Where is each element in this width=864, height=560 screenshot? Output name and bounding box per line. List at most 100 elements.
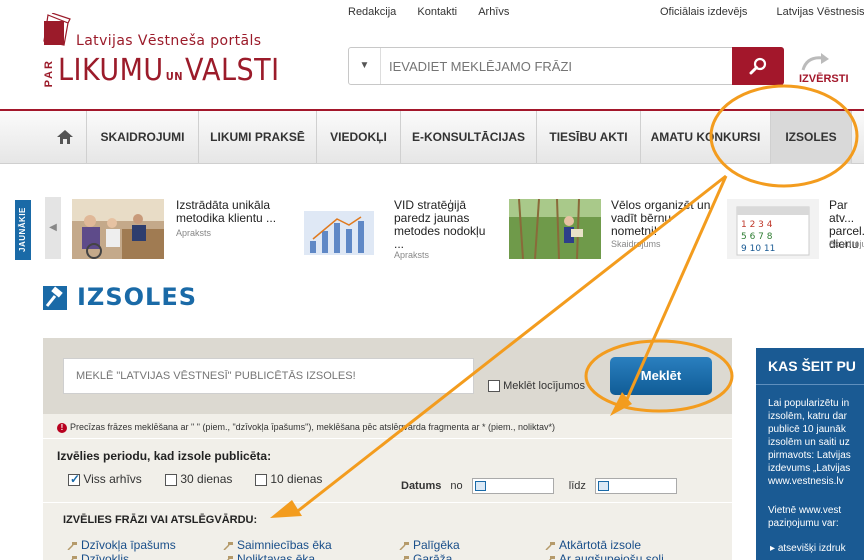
top-link-redakcija[interactable]: Redakcija [348,6,396,18]
gavel-icon [43,286,67,310]
date-to-input[interactable] [594,478,677,494]
info-text-line: Lai popularizētu in [768,398,850,409]
inflection-label: Meklēt locījumos [503,380,585,392]
keyword-text: Dzīvokļa īpašums [81,538,176,552]
period-option-30[interactable]: 30 dienas [165,472,232,486]
main-nav: SKAIDROJUMI LIKUMI PRAKSĒ VIEDOKĻI E-KON… [0,111,864,164]
search-scope-dropdown[interactable]: ▼ [349,48,381,84]
keyword-link[interactable]: Noliktavas ēka [223,552,315,560]
page-title-text: IZSOLES [77,283,197,311]
nav-skaidrojumi[interactable]: SKAIDROJUMI [86,111,198,164]
site-search: ▼ [348,47,784,85]
expand-search-link[interactable]: IZVĒRSTI [797,52,857,92]
site-logo[interactable]: Latvijas Vēstneša portāls PAR LIKUMU UNVA… [42,13,279,93]
nav-tiesibu-akti[interactable]: TIESĪBU AKTI [536,111,640,164]
carousel-thumbnail-photo [509,199,601,259]
info-text-line: izdevums „Latvijas [768,463,851,474]
info-text-line: izsolēm un saiti uz [768,437,850,448]
calendar-icon[interactable] [597,481,609,491]
carousel-item-category: Skaidrojums [611,239,661,249]
carousel-prev-button[interactable]: ◀ [45,197,61,259]
expand-search-label: IZVĒRSTI [799,73,849,85]
top-link-kontakti[interactable]: Kontakti [417,6,457,18]
gavel-icon [545,541,555,550]
carousel-item[interactable]: VID stratēģijā paredz jaunas metodes nod… [290,199,500,261]
info-text-line: pirmavots: Latvijas [768,450,851,461]
info-bullet-text: atsevišķi izdruk [777,543,846,554]
nav-likumi-prakse[interactable]: LIKUMI PRAKSĒ [198,111,316,164]
carousel-item[interactable]: Izstrādāta unikāla metodika klientu ... … [72,199,282,261]
keyword-link[interactable]: Palīgēka [399,538,460,552]
site-search-button[interactable] [732,47,784,85]
date-range: Datums no līdz [401,478,677,494]
divider [43,438,732,439]
keyword-link[interactable]: Atkārtotā izsole [545,538,641,552]
divider [756,384,864,385]
curved-arrow-icon [801,53,829,71]
period-checkbox-30[interactable] [165,473,177,486]
search-hint-text: Precīzas frāzes meklēšana ar " " (piem.,… [70,422,555,432]
keyword-text: Saimniecības ēka [237,538,332,552]
info-text-line: Vietnē www.vest [768,505,842,516]
period-option-all[interactable]: Viss arhīvs [68,472,142,486]
top-links-right: Oficiālais izdevējs Latvijas Vēstnesis [660,6,864,18]
top-link-oficialais[interactable]: Oficiālais izdevējs [660,6,747,18]
date-range-label: Datums [401,479,442,492]
nav-izsoles[interactable]: IZSOLES [770,111,852,164]
gavel-icon [223,541,233,550]
period-option-label: Viss arhīvs [83,472,142,486]
svg-text:1 2 3 4: 1 2 3 4 [741,220,773,230]
nav-amatu-konkursi[interactable]: AMATU KONKURSI [640,111,770,164]
svg-text:5 6 7 8: 5 6 7 8 [741,232,773,242]
inflection-search-option[interactable]: Meklēt locījumos [488,380,585,393]
top-link-vestnesis[interactable]: Latvijas Vēstnesis [776,6,864,18]
keyword-link[interactable]: Dzīvokļa īpašums [67,538,176,552]
carousel-item-category: Apraksts [176,228,212,238]
calendar-icon[interactable] [474,481,486,491]
keyword-link[interactable]: Dzīvoklis [67,552,129,560]
logo-par: PAR [43,59,55,88]
top-link-arhivs[interactable]: Arhīvs [478,6,509,18]
auction-search-bar: Meklēt locījumos Meklēt [43,338,732,414]
latest-tab[interactable]: JAUNĀKIE [15,200,31,260]
carousel-item-category: Skaidrojums [829,239,864,249]
svg-text:9 10 11: 9 10 11 [741,244,775,254]
keyword-link[interactable]: Saimniecības ēka [223,538,332,552]
keyword-link[interactable]: Garāža [399,552,452,560]
auction-search-button[interactable]: Meklēt [610,357,712,395]
search-hint: ! Precīzas frāzes meklēšana ar " " (piem.… [57,422,555,433]
nav-viedokli[interactable]: VIEDOKĻI [316,111,400,164]
period-checkbox-10[interactable] [255,473,267,486]
carousel-item[interactable]: 1 2 3 4 5 6 7 8 9 10 11 Par atv... parce… [727,199,864,261]
inflection-checkbox[interactable] [488,380,500,393]
info-text-line: paziņojumu var: [768,518,839,529]
period-option-10[interactable]: 10 dienas [255,472,322,486]
gavel-icon [226,555,233,560]
logo-title-b: VALSTI [185,53,280,88]
gavel-icon [548,555,555,560]
nav-e-konsultacijas[interactable]: E-KONSULTĀCIJAS [400,111,536,164]
info-link-vestnesis[interactable]: www.vestnesis.lv [768,475,844,488]
site-search-input[interactable] [389,54,729,78]
period-option-label: 30 dienas [180,472,233,486]
carousel-item[interactable]: Vēlos organizēt un vadīt bērnu nometni! … [509,199,719,261]
date-from-label: no [450,479,463,492]
gavel-icon [67,541,77,550]
period-label: Izvēlies periodu, kad izsole publicēta: [57,449,272,463]
info-bullet: ▸ atsevišķi izdruk [770,543,846,554]
info-box-title: KAS ŠEIT PU [768,358,856,374]
carousel-thumbnail-calendar: 1 2 3 4 5 6 7 8 9 10 11 [727,199,819,259]
date-from-input[interactable] [471,478,554,494]
auction-search-input[interactable] [63,358,474,394]
period-checkbox-all[interactable] [68,472,80,486]
gavel-icon [399,541,409,550]
keyword-link[interactable]: Ar augšupejošu soli [545,552,664,560]
keyword-text: Ar augšupejošu soli [559,552,664,560]
keyword-text: Garāža [413,552,453,560]
carousel-item-title: Izstrādāta unikāla metodika klientu ... [176,198,277,225]
keyword-text: Atkārtotā izsole [559,538,642,552]
nav-home[interactable] [44,111,86,164]
divider [43,502,732,503]
logo-title-un: UN [165,70,184,83]
carousel-item-category: Apraksts [394,250,430,260]
